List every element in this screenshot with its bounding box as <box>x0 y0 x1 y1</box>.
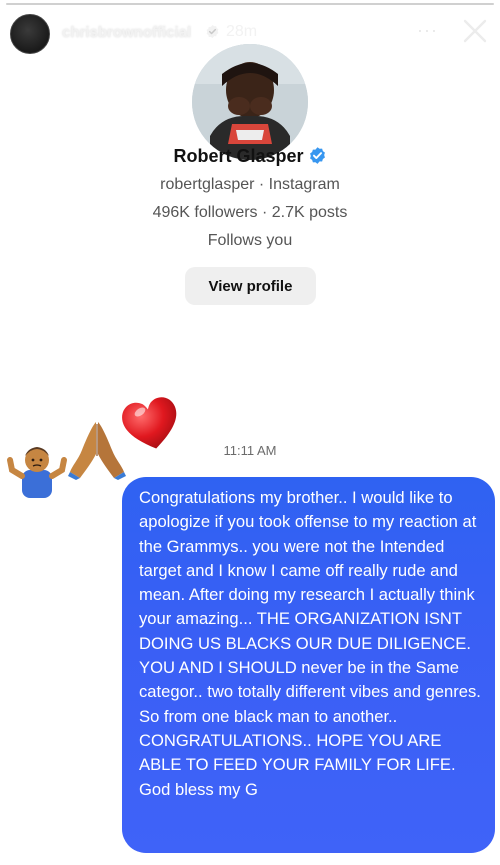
profile-name-row: Robert Glasper <box>0 146 500 167</box>
profile-name: Robert Glasper <box>173 146 304 166</box>
verified-badge-icon <box>309 147 325 164</box>
message-bubble[interactable]: Congratulations my brother.. I would lik… <box>122 477 495 853</box>
verified-badge-icon <box>206 24 219 39</box>
follows-you-label: Follows you <box>207 232 293 249</box>
more-options-icon[interactable]: ··· <box>417 20 438 41</box>
profile-subtitle: robertglasper · Instagram <box>160 176 340 193</box>
message-timestamp: 11:11 AM <box>223 443 277 458</box>
message-text: Congratulations my brother.. I would lik… <box>139 488 486 799</box>
close-icon[interactable] <box>462 18 488 44</box>
poster-avatar[interactable] <box>10 14 50 54</box>
profile-stats: 496K followers · 2.7K posts <box>152 204 348 221</box>
view-profile-button[interactable]: View profile <box>185 267 316 305</box>
story-progress-bar <box>6 3 494 5</box>
profile-avatar[interactable] <box>192 44 308 160</box>
post-time: 28m <box>226 23 258 40</box>
poster-username[interactable]: chrisbrownofficial <box>62 24 191 41</box>
profile-photo <box>192 44 308 160</box>
